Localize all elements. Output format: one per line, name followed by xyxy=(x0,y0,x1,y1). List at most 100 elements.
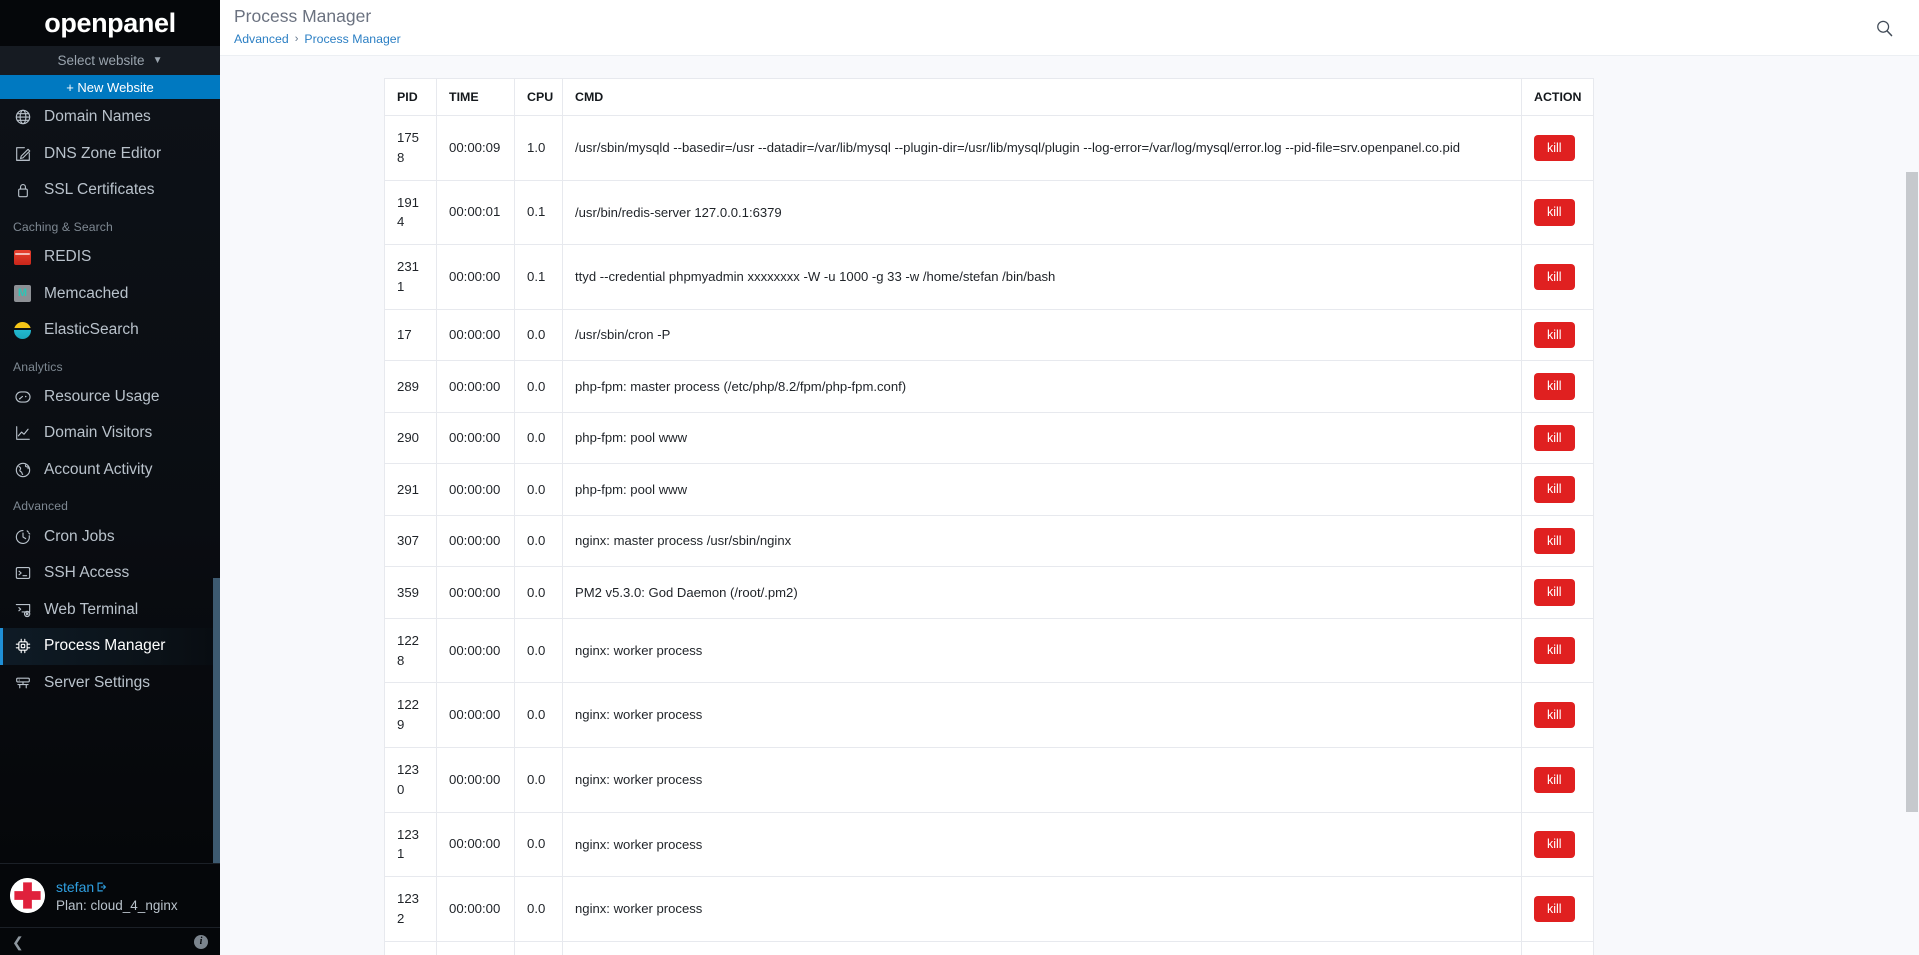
sidebar-item-ssl-certificates[interactable]: SSL Certificates xyxy=(0,172,220,209)
sidebar-scrollbar-track[interactable] xyxy=(213,198,220,863)
cell-pid: 291 xyxy=(384,463,437,516)
sidebar-item-redis[interactable]: REDIS xyxy=(0,239,220,276)
cell-pid: 17 xyxy=(384,308,437,362)
kill-button[interactable]: kill xyxy=(1534,134,1575,162)
cell-time: 00:00:09 xyxy=(436,115,515,181)
sidebar-item-label: Domain Names xyxy=(44,108,151,126)
cell-cmd: ttyd --credential phpmyadmin xxxxxxxx -W… xyxy=(562,244,1522,310)
sidebar-item-web-terminal[interactable]: Web Terminal xyxy=(0,592,220,629)
sidebar-item-ssh-access[interactable]: SSH Access xyxy=(0,555,220,592)
kill-button[interactable]: kill xyxy=(1534,527,1575,555)
cell-cmd: /usr/bin/redis-server 127.0.0.1:6379 xyxy=(562,179,1522,246)
sidebar-item-label: Memcached xyxy=(44,284,129,302)
logout-icon[interactable] xyxy=(96,881,108,893)
info-icon[interactable]: i xyxy=(194,934,208,949)
new-website-button[interactable]: + New Website xyxy=(0,75,220,99)
cell-pid: 359 xyxy=(384,566,437,619)
cell-cpu: 0.0 xyxy=(514,682,563,748)
globe-icon xyxy=(13,108,32,127)
table-head: PID TIME CPU CMD ACTION xyxy=(384,78,1594,116)
kill-button[interactable]: kill xyxy=(1534,831,1575,858)
kill-button[interactable]: kill xyxy=(1534,895,1575,923)
sidebar-item-label: Resource Usage xyxy=(44,387,160,405)
cell-cmd: nginx: worker process xyxy=(562,876,1522,942)
cell-cpu: 0.0 xyxy=(514,411,563,465)
line-chart-icon xyxy=(13,424,32,443)
table-header-row: PID TIME CPU CMD ACTION xyxy=(384,78,1594,116)
kill-button[interactable]: kill xyxy=(1534,199,1575,226)
sidebar-footer: ❮ i xyxy=(0,927,220,955)
column-header-time: TIME xyxy=(436,78,515,116)
brand-logo[interactable]: openpanel xyxy=(0,0,220,46)
table-row: 17 00:00:00 0.0/usr/sbin/cron -P kill xyxy=(384,308,1594,362)
cell-pid: 307 xyxy=(384,514,437,568)
sidebar-item-dns-zone-editor[interactable]: DNS Zone Editor xyxy=(0,136,220,173)
cell-pid: 1758 xyxy=(384,115,437,181)
sidebar-item-elasticsearch[interactable]: ElasticSearch xyxy=(0,312,220,349)
kill-button[interactable]: kill xyxy=(1534,373,1575,400)
kill-button[interactable]: kill xyxy=(1534,263,1575,291)
column-header-action: ACTION xyxy=(1521,78,1594,116)
lock-icon xyxy=(13,181,32,200)
sidebar-item-server-settings[interactable]: Server Settings xyxy=(0,665,220,702)
search-button[interactable] xyxy=(1871,15,1897,41)
cell-cpu: 0.0 xyxy=(514,746,563,813)
breadcrumb-item-advanced[interactable]: Advanced xyxy=(234,32,289,46)
kill-button[interactable]: kill xyxy=(1534,766,1575,794)
sidebar-item-cron-jobs[interactable]: Cron Jobs xyxy=(0,518,220,555)
cell-action: kill xyxy=(1521,463,1594,516)
column-header-pid: PID xyxy=(384,78,437,116)
sidebar-item-label: ElasticSearch xyxy=(44,321,139,339)
breadcrumb-item-process-manager[interactable]: Process Manager xyxy=(304,32,400,46)
app-root: openpanel Select website ▼ + New Website… xyxy=(0,0,1919,955)
page-scrollbar-thumb[interactable] xyxy=(1906,172,1918,812)
chevron-left-icon[interactable]: ❮ xyxy=(12,935,24,949)
kill-button[interactable]: kill xyxy=(1534,701,1575,729)
sidebar-item-process-manager[interactable]: Process Manager xyxy=(0,628,220,665)
sidebar-item-label: Server Settings xyxy=(44,674,150,692)
cell-cpu: 0.0 xyxy=(514,811,563,878)
server-icon xyxy=(13,674,32,693)
sidebar-item-memcached[interactable]: M Memcached xyxy=(0,275,220,312)
chevron-down-icon: ▼ xyxy=(152,55,163,66)
cell-pid: 1229 xyxy=(384,682,437,748)
page-scrollbar-track[interactable] xyxy=(1904,112,1919,955)
cell-cpu: 0.1 xyxy=(514,179,563,246)
cell-cpu: 0.0 xyxy=(514,566,563,619)
redis-icon xyxy=(13,248,32,267)
cell-cmd: /usr/sbin/cron -P xyxy=(562,308,1522,362)
cell-time: 00:00:00 xyxy=(436,566,515,619)
cell-action: kill xyxy=(1521,115,1594,181)
clock-icon xyxy=(13,527,32,546)
cell-time: 00:00:00 xyxy=(436,244,515,310)
cell-time: 00:00:00 xyxy=(436,940,515,955)
cell-action: kill xyxy=(1521,411,1594,465)
cell-action: kill xyxy=(1521,746,1594,813)
edit-square-icon xyxy=(13,144,32,163)
sidebar-section-title: Analytics xyxy=(13,359,63,374)
table-row: 290 00:00:00 0.0 php-fpm: pool www kill xyxy=(384,411,1594,465)
table-row: 1758 00:00:09 1.0/usr/sbin/mysqld --basedi… xyxy=(384,115,1594,181)
sidebar-item-domain-visitors[interactable]: Domain Visitors xyxy=(0,415,220,452)
kill-button[interactable]: kill xyxy=(1534,637,1575,664)
website-selector[interactable]: Select website ▼ xyxy=(0,46,220,75)
sidebar-item-resource-usage[interactable]: Resource Usage xyxy=(0,379,220,416)
profile-username-link[interactable]: stefan xyxy=(56,879,178,895)
cell-action: kill xyxy=(1521,811,1594,878)
kill-button[interactable]: kill xyxy=(1534,579,1575,606)
cell-pid: 2311 xyxy=(384,244,437,310)
sidebar-item-label: Web Terminal xyxy=(44,600,139,618)
sidebar-section-title: Advanced xyxy=(13,499,69,514)
content-scroll-area: PID TIME CPU CMD ACTION 1758 00:00:09 1.0/… xyxy=(220,56,1919,955)
process-table-wrap: PID TIME CPU CMD ACTION 1758 00:00:09 1.0/… xyxy=(384,78,1594,955)
kill-button[interactable]: kill xyxy=(1534,321,1575,349)
sidebar-scrollbar-thumb[interactable] xyxy=(213,578,220,863)
breadcrumb: Advanced › Process Manager xyxy=(234,32,401,46)
kill-button[interactable]: kill xyxy=(1534,476,1575,503)
table-row: 291 00:00:00 0.0 php-fpm: pool www kill xyxy=(384,463,1594,516)
sidebar-item-domain-names[interactable]: Domain Names xyxy=(0,99,220,136)
cell-time: 00:00:01 xyxy=(436,179,515,246)
cell-time: 00:00:00 xyxy=(436,360,515,413)
kill-button[interactable]: kill xyxy=(1534,424,1575,452)
sidebar-item-account-activity[interactable]: Account Activity xyxy=(0,452,220,489)
